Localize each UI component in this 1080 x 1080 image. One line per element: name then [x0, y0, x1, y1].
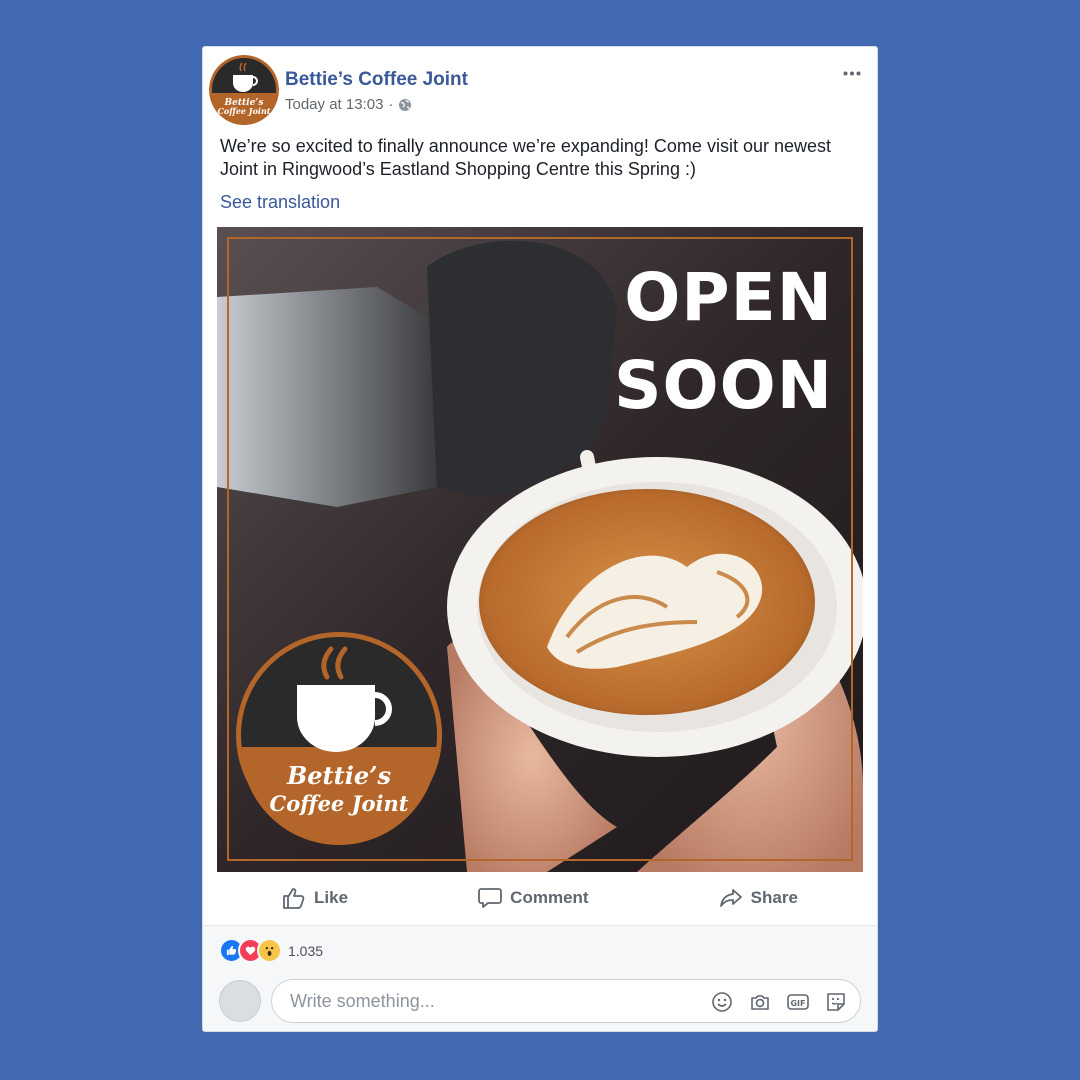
see-translation-link[interactable]: See translation [220, 192, 340, 213]
comment-button[interactable]: Comment [478, 887, 589, 909]
share-arrow-icon [719, 889, 742, 907]
gif-icon[interactable]: GIF [786, 990, 810, 1014]
share-button[interactable]: Share [719, 887, 798, 909]
post-timestamp[interactable]: Today at 13:03 [285, 96, 383, 113]
post-actions: Like Comment Share [217, 873, 863, 923]
comment-bubble-icon [478, 888, 503, 908]
comment-input[interactable] [288, 989, 692, 1013]
post-header: Bettie’s Coffee Joint Bettie’s Coffee Jo… [203, 47, 877, 127]
svg-text:Bettie’s: Bettie’s [286, 761, 391, 790]
meta-separator: · [388, 96, 394, 113]
svg-text:Coffee Joint: Coffee Joint [218, 106, 271, 116]
emoji-icon[interactable] [710, 990, 734, 1014]
sticker-icon[interactable] [824, 990, 848, 1014]
post-footer: 1.035 GIF [203, 925, 877, 1031]
comment-label: Comment [510, 888, 589, 907]
image-logo-badge: Bettie’s Coffee Joint [236, 632, 442, 845]
headline-open: OPEN [624, 259, 833, 336]
reaction-count[interactable]: 1.035 [288, 943, 323, 959]
comment-box: GIF [271, 979, 861, 1023]
page-avatar[interactable]: Bettie’s Coffee Joint [209, 55, 279, 125]
like-label: Like [314, 888, 349, 907]
post-image[interactable]: Bettie’s Coffee Joint OPEN SOON [217, 227, 863, 872]
post-meta: Today at 13:03 · [285, 96, 412, 113]
comment-tools: GIF [710, 990, 848, 1014]
wow-reaction-icon [257, 938, 282, 963]
reactions-summary[interactable]: 1.035 [219, 938, 323, 963]
camera-icon[interactable] [748, 990, 772, 1014]
svg-text:GIF: GIF [790, 999, 805, 1008]
post-text: We’re so excited to finally announce we’… [220, 136, 831, 179]
svg-text:Coffee Joint: Coffee Joint [269, 791, 408, 816]
like-button[interactable]: Like [282, 887, 348, 909]
more-options-button[interactable] [841, 63, 863, 83]
headline-soon: SOON [614, 347, 833, 424]
share-label: Share [750, 888, 798, 907]
more-dots-icon [843, 71, 861, 75]
thumbs-up-icon [283, 888, 305, 909]
brand-logo-icon: Bettie’s Coffee Joint [209, 55, 279, 125]
post-card: Bettie’s Coffee Joint Bettie’s Coffee Jo… [202, 46, 878, 1032]
globe-icon[interactable] [398, 98, 412, 112]
current-user-avatar [219, 980, 261, 1022]
page-name-link[interactable]: Bettie’s Coffee Joint [285, 69, 468, 91]
